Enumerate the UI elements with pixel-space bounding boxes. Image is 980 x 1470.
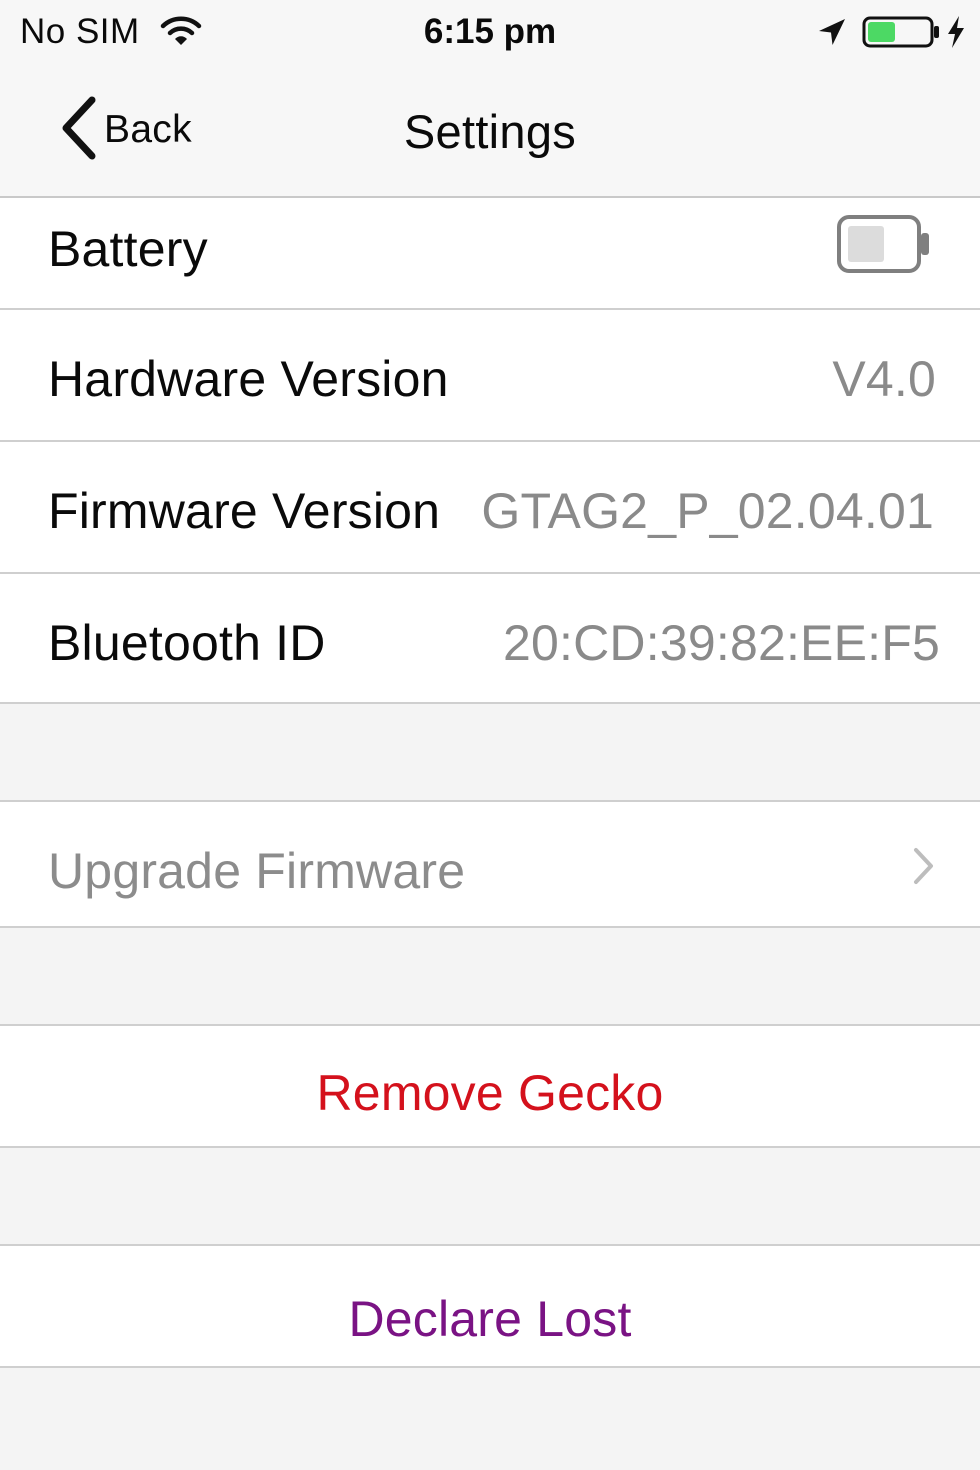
firmware-version-label: Firmware Version xyxy=(48,483,441,539)
location-arrow-icon xyxy=(816,16,848,53)
status-bar: No SIM 6:15 pm xyxy=(0,0,980,68)
page-title: Settings xyxy=(403,105,577,158)
battery-label: Battery xyxy=(48,221,208,277)
status-battery-icon xyxy=(862,14,942,55)
declare-lost-label: Declare Lost xyxy=(348,1291,632,1347)
chevron-right-icon xyxy=(912,846,936,891)
charging-bolt-icon xyxy=(945,14,967,55)
remove-gecko-button[interactable]: Remove Gecko xyxy=(0,1024,980,1148)
firmware-version-row: Firmware Version GTAG2_P_02.04.01 xyxy=(0,442,980,574)
upgrade-firmware-label: Upgrade Firmware xyxy=(48,843,466,899)
bluetooth-id-label: Bluetooth ID xyxy=(48,615,326,671)
hardware-version-value: V4.0 xyxy=(832,351,936,407)
navigation-bar: Back Settings xyxy=(0,68,980,198)
declare-lost-button[interactable]: Declare Lost xyxy=(0,1244,980,1368)
upgrade-firmware-row[interactable]: Upgrade Firmware xyxy=(0,800,980,928)
hardware-version-row: Hardware Version V4.0 xyxy=(0,310,980,442)
bluetooth-id-value: 20:CD:39:82:EE:F5 xyxy=(503,615,940,671)
firmware-version-value: GTAG2_P_02.04.01 xyxy=(481,483,934,539)
bluetooth-id-row: Bluetooth ID 20:CD:39:82:EE:F5 xyxy=(0,574,980,704)
status-battery-fill xyxy=(868,22,895,42)
battery-icon xyxy=(836,214,932,279)
remove-gecko-label: Remove Gecko xyxy=(316,1065,664,1121)
battery-row: Battery xyxy=(0,198,980,310)
hardware-version-label: Hardware Version xyxy=(48,351,449,407)
